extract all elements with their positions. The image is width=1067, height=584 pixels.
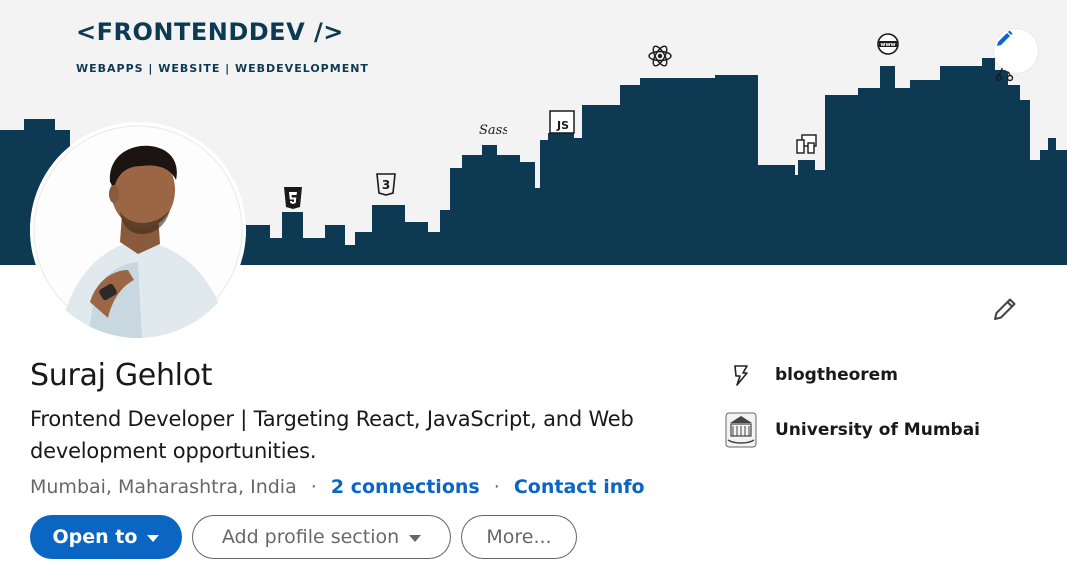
contact-info-link[interactable]: Contact info [514,476,645,498]
svg-text:Sass: Sass [479,123,507,138]
svg-text:www: www [880,42,895,48]
profile-actions: Open to Add profile section More... [30,515,577,559]
css3-icon: 3 [376,173,396,196]
caret-down-icon [409,534,422,542]
separator-dot: · [310,476,317,498]
company-name: blogtheorem [775,365,898,385]
javascript-icon: JS [549,110,575,134]
react-icon [648,45,672,67]
add-profile-section-label: Add profile section [221,526,400,548]
profile-location: Mumbai, Maharashtra, India [30,476,297,498]
banner-brand-subtitle: WEBAPPS | WEBSITE | WEBDEVELOPMENT [76,62,369,75]
html5-icon [284,187,302,209]
university-crest-icon [720,409,762,451]
connections-link[interactable]: 2 connections [331,476,480,498]
svg-text:3: 3 [382,178,390,192]
responsive-devices-icon [796,134,817,154]
avatar [30,122,246,338]
education-link[interactable]: University of Mumbai [720,409,980,451]
add-profile-section-button[interactable]: Add profile section [192,515,451,559]
blogtheorem-logo-icon [720,354,762,396]
more-label: More... [486,526,552,548]
pencil-icon [997,30,1013,46]
sass-icon: Sass [479,123,507,138]
www-globe-icon: www [877,33,899,55]
profile-location-line: Mumbai, Maharashtra, India · 2 connectio… [30,476,645,498]
pencil-icon [994,298,1016,320]
banner-brand-title: <FRONTENDDEV /> [76,18,344,46]
profile-headline: Frontend Developer | Targeting React, Ja… [30,407,634,463]
current-company-link[interactable]: blogtheorem [720,354,898,396]
separator-dot: · [493,476,500,498]
profile-name: Suraj Gehlot [30,358,213,393]
profile-photo[interactable] [30,122,246,338]
open-to-button[interactable]: Open to [30,515,182,559]
more-button[interactable]: More... [461,515,577,559]
edit-banner-button[interactable] [994,29,1038,73]
school-name: University of Mumbai [775,420,980,440]
svg-text:JS: JS [556,119,569,132]
caret-down-icon [147,534,160,542]
open-to-label: Open to [52,526,138,548]
edit-intro-button[interactable] [988,292,1022,326]
